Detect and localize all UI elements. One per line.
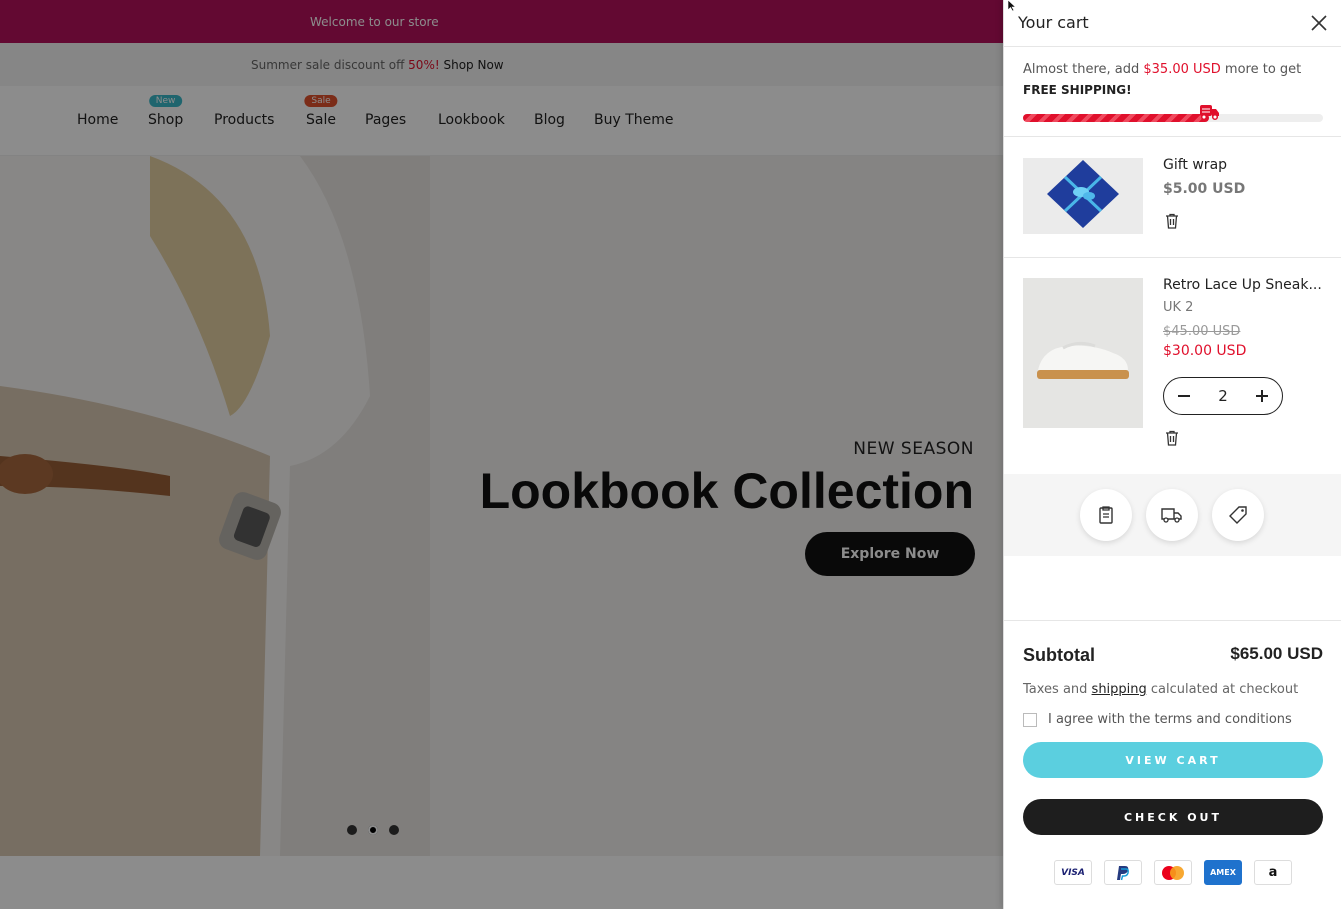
quantity-value[interactable]: 2 [1218,387,1228,405]
checkout-button[interactable]: CHECK OUT [1023,799,1323,835]
mouse-cursor-icon [1007,0,1017,12]
truck-icon [1161,508,1182,523]
close-icon[interactable] [1309,13,1329,33]
discount-code-button[interactable] [1212,489,1264,541]
amex-icon: AMEX [1204,860,1242,885]
amazon-icon: a [1254,860,1292,885]
item-old-price: $45.00 USD [1163,324,1241,339]
shipping-progress-bar [1023,114,1323,122]
free-shipping-notice: Almost there, add $35.00 USD more to get… [1004,47,1341,137]
cart-tools [1004,474,1341,556]
cart-drawer: Your cart Almost there, add $35.00 USD m… [1003,0,1341,909]
tag-icon [1229,506,1247,524]
cart-item: Retro Lace Up Sneak... UK 2 $45.00 USD $… [1004,258,1341,474]
note-icon [1099,506,1113,524]
quantity-stepper: 2 [1163,377,1283,415]
shipping-link[interactable]: shipping [1092,682,1147,697]
gift-wrap-image[interactable] [1023,158,1143,234]
shipping-prefix: Almost there, add [1023,62,1144,77]
trash-icon[interactable] [1163,429,1181,447]
sneaker-image[interactable] [1023,278,1143,428]
terms-label[interactable]: I agree with the terms and conditions [1048,712,1292,727]
visa-icon: VISA [1054,860,1092,885]
cart-footer: Subtotal $65.00 USD Taxes and shipping c… [1004,620,1341,909]
item-name[interactable]: Retro Lace Up Sneak... [1163,277,1323,293]
subtotal-value: $65.00 USD [1230,644,1323,663]
payment-icons: VISA AMEX a [1054,860,1292,885]
item-variant: UK 2 [1163,300,1194,315]
shipping-amount: $35.00 USD [1143,62,1221,77]
cart-title: Your cart [1018,13,1089,32]
minus-icon[interactable] [1176,388,1192,404]
cart-header: Your cart [1004,0,1341,47]
plus-icon[interactable] [1254,388,1270,404]
subtotal-label: Subtotal [1023,645,1095,665]
item-price: $5.00 USD [1163,181,1246,197]
item-sale-price: $30.00 USD [1163,343,1247,359]
paypal-icon [1104,860,1142,885]
page-overlay[interactable] [0,0,1003,909]
shipping-estimate-button[interactable] [1146,489,1198,541]
order-note-button[interactable] [1080,489,1132,541]
terms-checkbox[interactable] [1023,712,1037,727]
mastercard-icon [1154,860,1192,885]
shipping-suffix: more to get [1220,62,1302,77]
item-name[interactable]: Gift wrap [1163,157,1323,173]
tax-note: Taxes and shipping calculated at checkou… [1023,682,1299,697]
delivery-truck-icon [1200,105,1219,121]
shipping-progress-fill [1023,114,1209,122]
view-cart-button[interactable]: VIEW CART [1023,742,1323,778]
terms-agreement: I agree with the terms and conditions [1023,712,1292,727]
cart-item: Gift wrap $5.00 USD [1004,138,1341,258]
free-shipping-label: FREE SHIPPING! [1023,83,1132,97]
trash-icon[interactable] [1163,212,1181,230]
